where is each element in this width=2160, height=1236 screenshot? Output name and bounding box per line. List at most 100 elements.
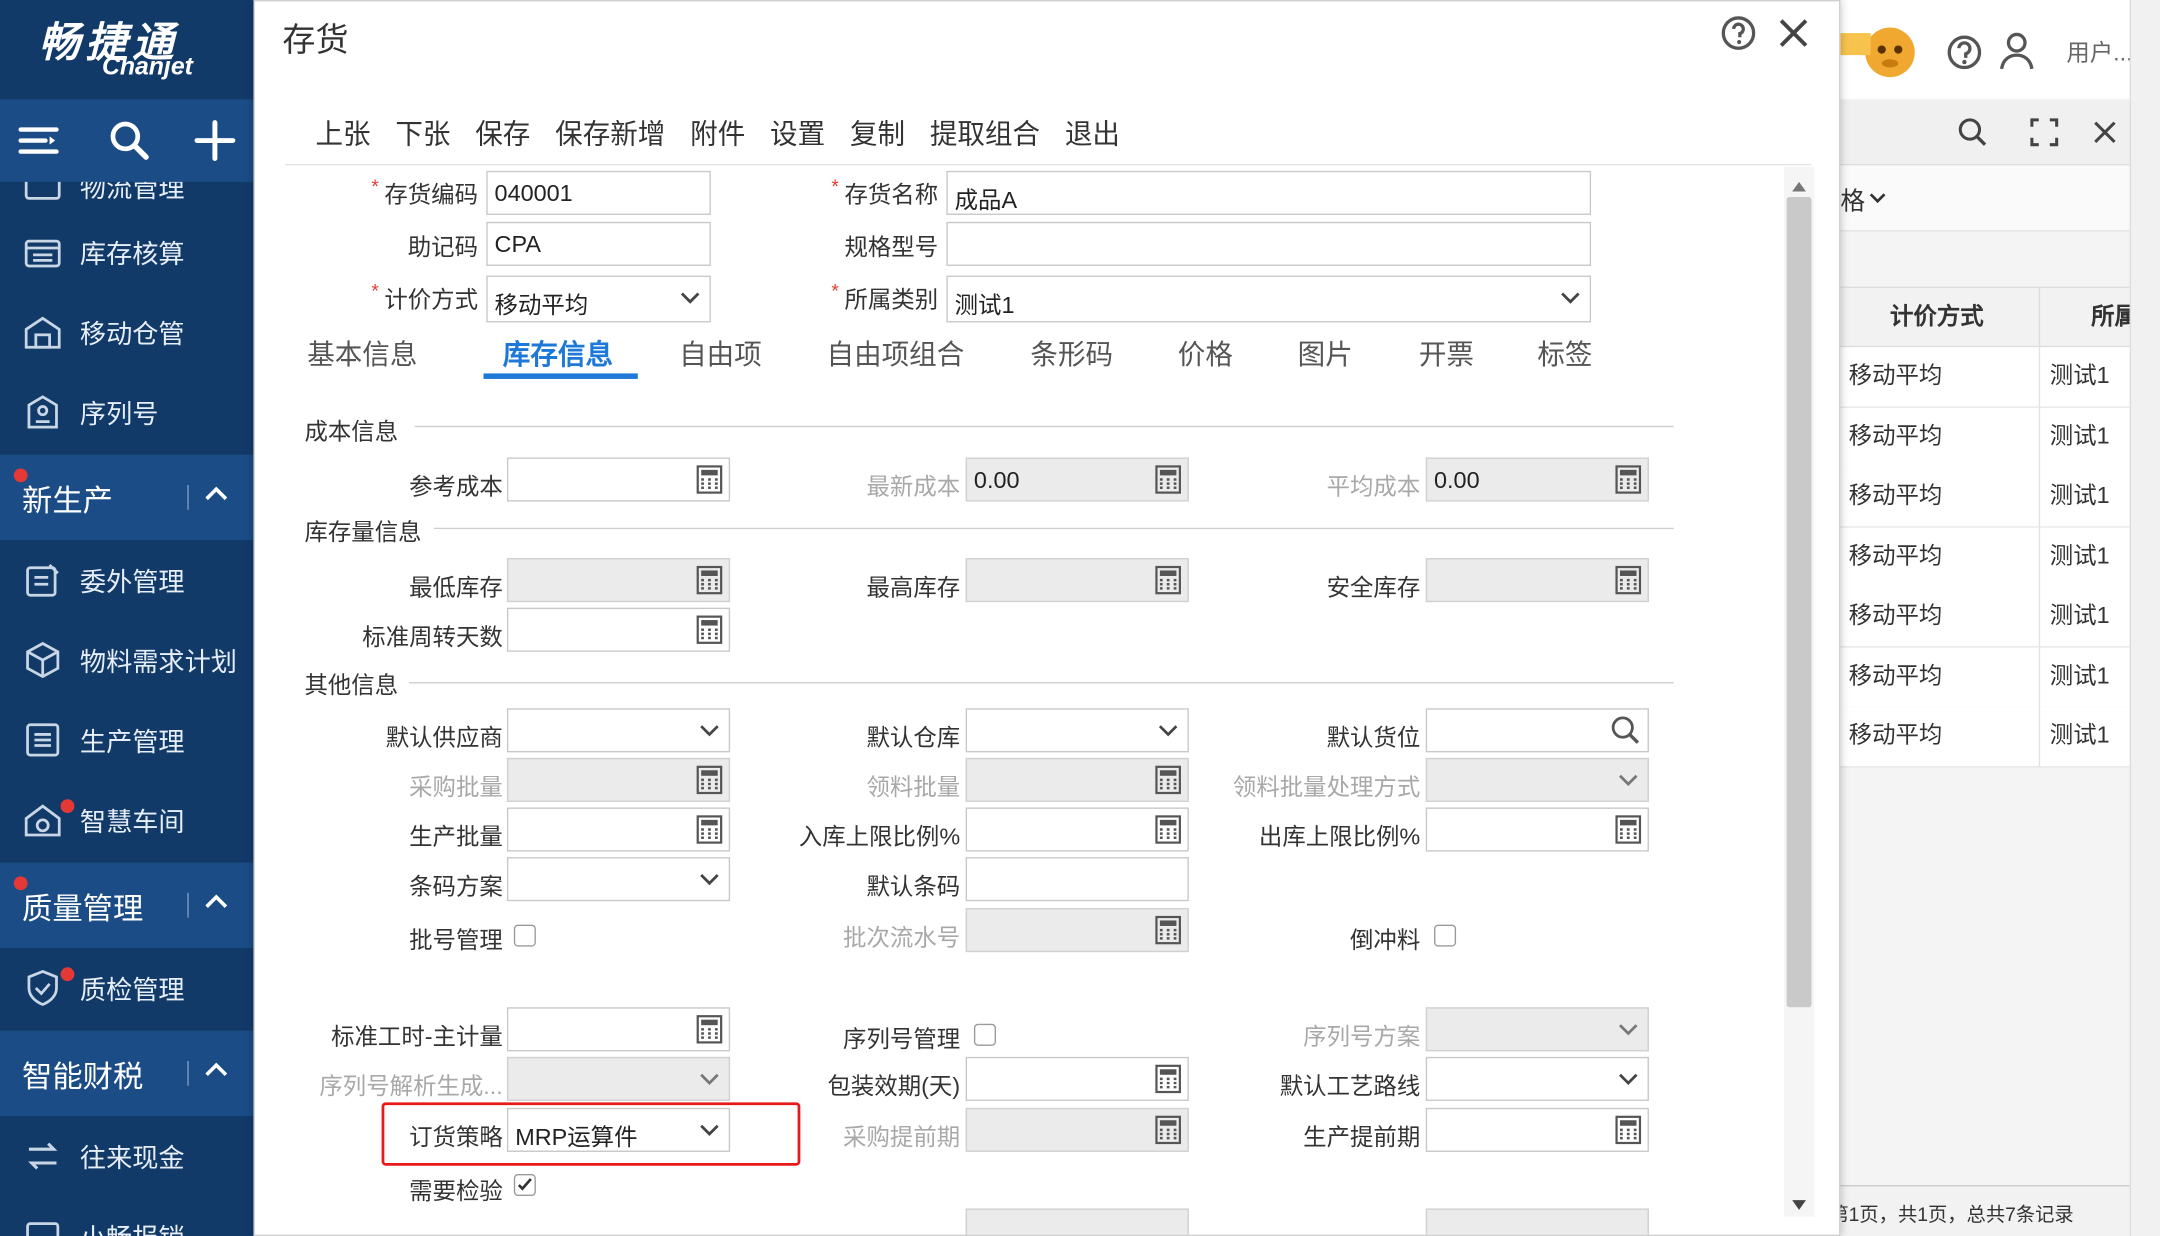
search-icon[interactable] [107, 119, 151, 163]
tab-price[interactable]: 价格 [1178, 332, 1233, 372]
calculator-icon[interactable] [696, 814, 724, 844]
min-stock-input[interactable] [506, 558, 731, 603]
inbound-limit-input[interactable] [965, 807, 1189, 852]
sidebar-item-expense[interactable]: 小畅报销 [0, 1196, 253, 1236]
std-hours-input[interactable] [506, 1007, 731, 1052]
tab-inventory-info[interactable]: 库存信息 [503, 332, 613, 372]
calculator-icon[interactable] [1614, 565, 1642, 595]
menu-icon[interactable] [17, 119, 61, 163]
default-supplier-select[interactable] [506, 708, 731, 753]
chevron-up-icon[interactable] [201, 1055, 231, 1085]
outbound-limit-input[interactable] [1425, 807, 1649, 852]
sidebar-item-mrp[interactable]: 物料需求计划 [0, 620, 253, 700]
mnemonic-input[interactable]: CPA [486, 221, 711, 266]
default-location-input[interactable] [1425, 708, 1649, 753]
tab-free-items[interactable]: 自由项 [679, 332, 762, 372]
spec-input[interactable] [946, 221, 1592, 266]
exit-button[interactable]: 退出 [1065, 112, 1120, 152]
close-icon[interactable] [1776, 15, 1812, 51]
sidebar-item-production[interactable]: 生产管理 [0, 700, 253, 780]
calculator-icon[interactable] [1154, 1064, 1182, 1094]
backflush-checkbox[interactable] [1434, 924, 1457, 947]
tab-image[interactable]: 图片 [1298, 332, 1353, 372]
close-icon[interactable] [2088, 116, 2121, 149]
serial-mgmt-checkbox[interactable] [973, 1023, 996, 1046]
latest-cost-label: 最新成本 [866, 474, 961, 501]
sidebar-item-quality-inspection[interactable]: 质检管理 [0, 948, 253, 1028]
add-icon[interactable] [193, 119, 237, 163]
extract-combination-button[interactable]: 提取组合 [930, 112, 1040, 152]
table-row[interactable]: 移动平均 测试1 [1840, 586, 2130, 648]
scroll-up-icon[interactable] [1791, 175, 1808, 192]
sidebar-item-mobile-warehouse[interactable]: 移动仓管 [0, 292, 253, 372]
calculator-icon[interactable] [1614, 1115, 1642, 1145]
default-warehouse-select[interactable] [965, 708, 1189, 753]
scroll-thumb[interactable] [1786, 197, 1812, 1008]
tab-label[interactable]: 标签 [1537, 332, 1592, 372]
next-button[interactable]: 下张 [395, 112, 450, 152]
tab-free-item-combination[interactable]: 自由项组合 [827, 332, 965, 372]
user-icon[interactable] [1997, 30, 2036, 71]
sidebar-group-new-production[interactable]: 新生产 [0, 454, 254, 541]
scroll-down-icon[interactable] [1791, 1195, 1808, 1210]
turnover-days-input[interactable] [506, 607, 731, 652]
default-barcode-input[interactable] [965, 857, 1189, 902]
chevron-up-icon[interactable] [201, 480, 231, 510]
tab-barcode[interactable]: 条形码 [1030, 332, 1113, 372]
calculator-icon[interactable] [696, 464, 724, 494]
help-icon[interactable] [1721, 15, 1757, 51]
table-row[interactable]: 移动平均 测试1 [1840, 646, 2130, 708]
tab-basic-info[interactable]: 基本信息 [307, 332, 417, 372]
calculator-icon[interactable] [1154, 565, 1182, 595]
help-icon[interactable] [1945, 33, 1984, 72]
chevron-up-icon[interactable] [201, 887, 231, 917]
table-row[interactable]: 移动平均 测试1 [1840, 527, 2130, 588]
save-new-button[interactable]: 保存新增 [555, 112, 665, 152]
list-filter[interactable]: 格 [1840, 165, 2160, 232]
prev-button[interactable]: 上张 [315, 112, 370, 152]
sidebar-item-inventory-accounting[interactable]: 库存核算 [0, 212, 253, 292]
attachment-button[interactable]: 附件 [690, 112, 745, 152]
shelf-life-input[interactable] [965, 1056, 1189, 1101]
calculator-icon[interactable] [1614, 814, 1642, 844]
fullscreen-icon[interactable] [2028, 116, 2061, 149]
sidebar-item-smart-workshop[interactable]: 智慧车间 [0, 780, 253, 860]
ref-cost-input[interactable] [506, 457, 731, 502]
calculator-icon[interactable] [1154, 814, 1182, 844]
pricing-select[interactable]: 移动平均 [486, 275, 711, 323]
table-row[interactable]: 移动平均 测试1 [1840, 347, 2130, 408]
sidebar-item-outsourcing[interactable]: 委外管理 [0, 540, 253, 620]
search-icon[interactable] [1609, 714, 1642, 747]
sidebar-item-cash-flow[interactable]: 往来现金 [0, 1116, 253, 1196]
batch-mgmt-checkbox[interactable] [513, 924, 536, 947]
calculator-icon[interactable] [696, 615, 724, 645]
copy-button[interactable]: 复制 [850, 112, 905, 152]
page-scrollbar[interactable] [2129, 0, 2160, 1236]
calculator-icon[interactable] [696, 1014, 724, 1044]
tab-invoice[interactable]: 开票 [1419, 332, 1474, 372]
user-name[interactable]: 用户... [2066, 33, 2132, 67]
max-stock-input[interactable] [965, 558, 1189, 603]
need-inspection-checkbox[interactable] [513, 1173, 536, 1197]
default-route-select[interactable] [1425, 1056, 1649, 1101]
table-row[interactable]: 移动平均 测试1 [1840, 706, 2130, 768]
customer-service-icon[interactable] [1840, 11, 1917, 83]
column-header[interactable]: 计价方式 [1890, 288, 1984, 346]
sidebar-group-quality[interactable]: 质量管理 [0, 862, 254, 949]
production-batch-input[interactable] [506, 807, 731, 852]
barcode-scheme-select[interactable] [506, 857, 731, 902]
calculator-icon[interactable] [696, 565, 724, 595]
sidebar-group-finance[interactable]: 智能财税 [0, 1030, 254, 1117]
settings-button[interactable]: 设置 [770, 112, 825, 152]
sidebar-item-serial-number[interactable]: 序列号 [0, 372, 253, 452]
dialog-scrollbar[interactable] [1783, 166, 1815, 1217]
name-input[interactable]: 成品A [946, 170, 1592, 215]
category-select[interactable]: 测试1 [946, 275, 1592, 323]
production-lead-input[interactable] [1425, 1107, 1649, 1152]
safe-stock-input[interactable] [1425, 558, 1649, 603]
search-icon[interactable] [1956, 116, 1989, 149]
table-row[interactable]: 移动平均 测试1 [1840, 467, 2130, 528]
table-row[interactable]: 移动平均 测试1 [1840, 407, 2130, 468]
save-button[interactable]: 保存 [475, 112, 530, 152]
code-input[interactable]: 040001 [486, 170, 711, 215]
